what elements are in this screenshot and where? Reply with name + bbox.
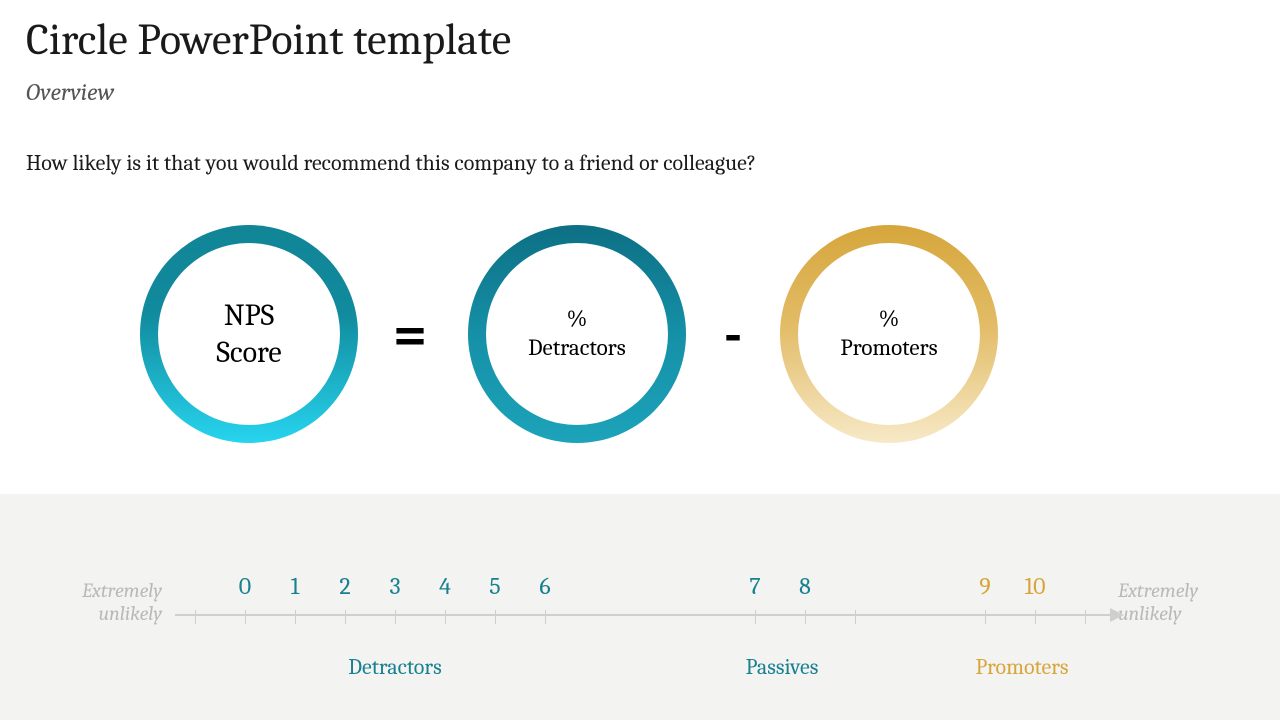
scale-number-5: 5 — [480, 572, 510, 600]
scale-number-3: 3 — [380, 572, 410, 600]
page-title: Circle PowerPoint template — [26, 14, 511, 65]
scale-caption-left: Extremelyunlikely — [42, 579, 162, 625]
tick — [805, 610, 806, 624]
tick — [395, 610, 396, 624]
circle-promoters-label: %Promoters — [840, 305, 937, 363]
circle-nps-score: NPSScore — [140, 225, 358, 443]
category-promoters: Promoters — [942, 654, 1102, 680]
minus-sign: - — [703, 301, 763, 368]
tick — [195, 610, 196, 624]
tick — [445, 610, 446, 624]
scale-number-10: 10 — [1020, 572, 1050, 600]
scale-panel: Extremelyunlikely Extremelyunlikely 0 1 … — [0, 494, 1280, 720]
scale-number-0: 0 — [230, 572, 260, 600]
scale-number-1: 1 — [280, 572, 310, 600]
scale-number-8: 8 — [790, 572, 820, 600]
tick — [295, 610, 296, 624]
circle-nps-label: NPSScore — [216, 297, 281, 372]
tick — [345, 610, 346, 624]
tick — [245, 610, 246, 624]
nps-formula: NPSScore = %Detractors - %Promoters — [0, 215, 1280, 475]
circle-detractors-label: %Detractors — [528, 305, 626, 363]
scale-axis — [175, 614, 1110, 616]
scale-number-6: 6 — [530, 572, 560, 600]
tick — [1085, 610, 1086, 624]
page-subtitle: Overview — [26, 78, 114, 106]
category-passives: Passives — [712, 654, 852, 680]
circle-detractors: %Detractors — [468, 225, 686, 443]
scale-caption-right: Extremelyunlikely — [1118, 579, 1238, 625]
tick — [855, 610, 856, 624]
category-detractors: Detractors — [245, 654, 545, 680]
tick — [1035, 610, 1036, 624]
tick — [985, 610, 986, 624]
scale-number-2: 2 — [330, 572, 360, 600]
nps-question: How likely is it that you would recommen… — [26, 150, 756, 176]
circle-promoters: %Promoters — [780, 225, 998, 443]
scale-number-4: 4 — [430, 572, 460, 600]
scale-number-7: 7 — [740, 572, 770, 600]
tick — [545, 610, 546, 624]
tick — [755, 610, 756, 624]
slide: Circle PowerPoint template Overview How … — [0, 0, 1280, 720]
equals-sign: = — [380, 301, 440, 368]
scale-number-9: 9 — [970, 572, 1000, 600]
tick — [495, 610, 496, 624]
